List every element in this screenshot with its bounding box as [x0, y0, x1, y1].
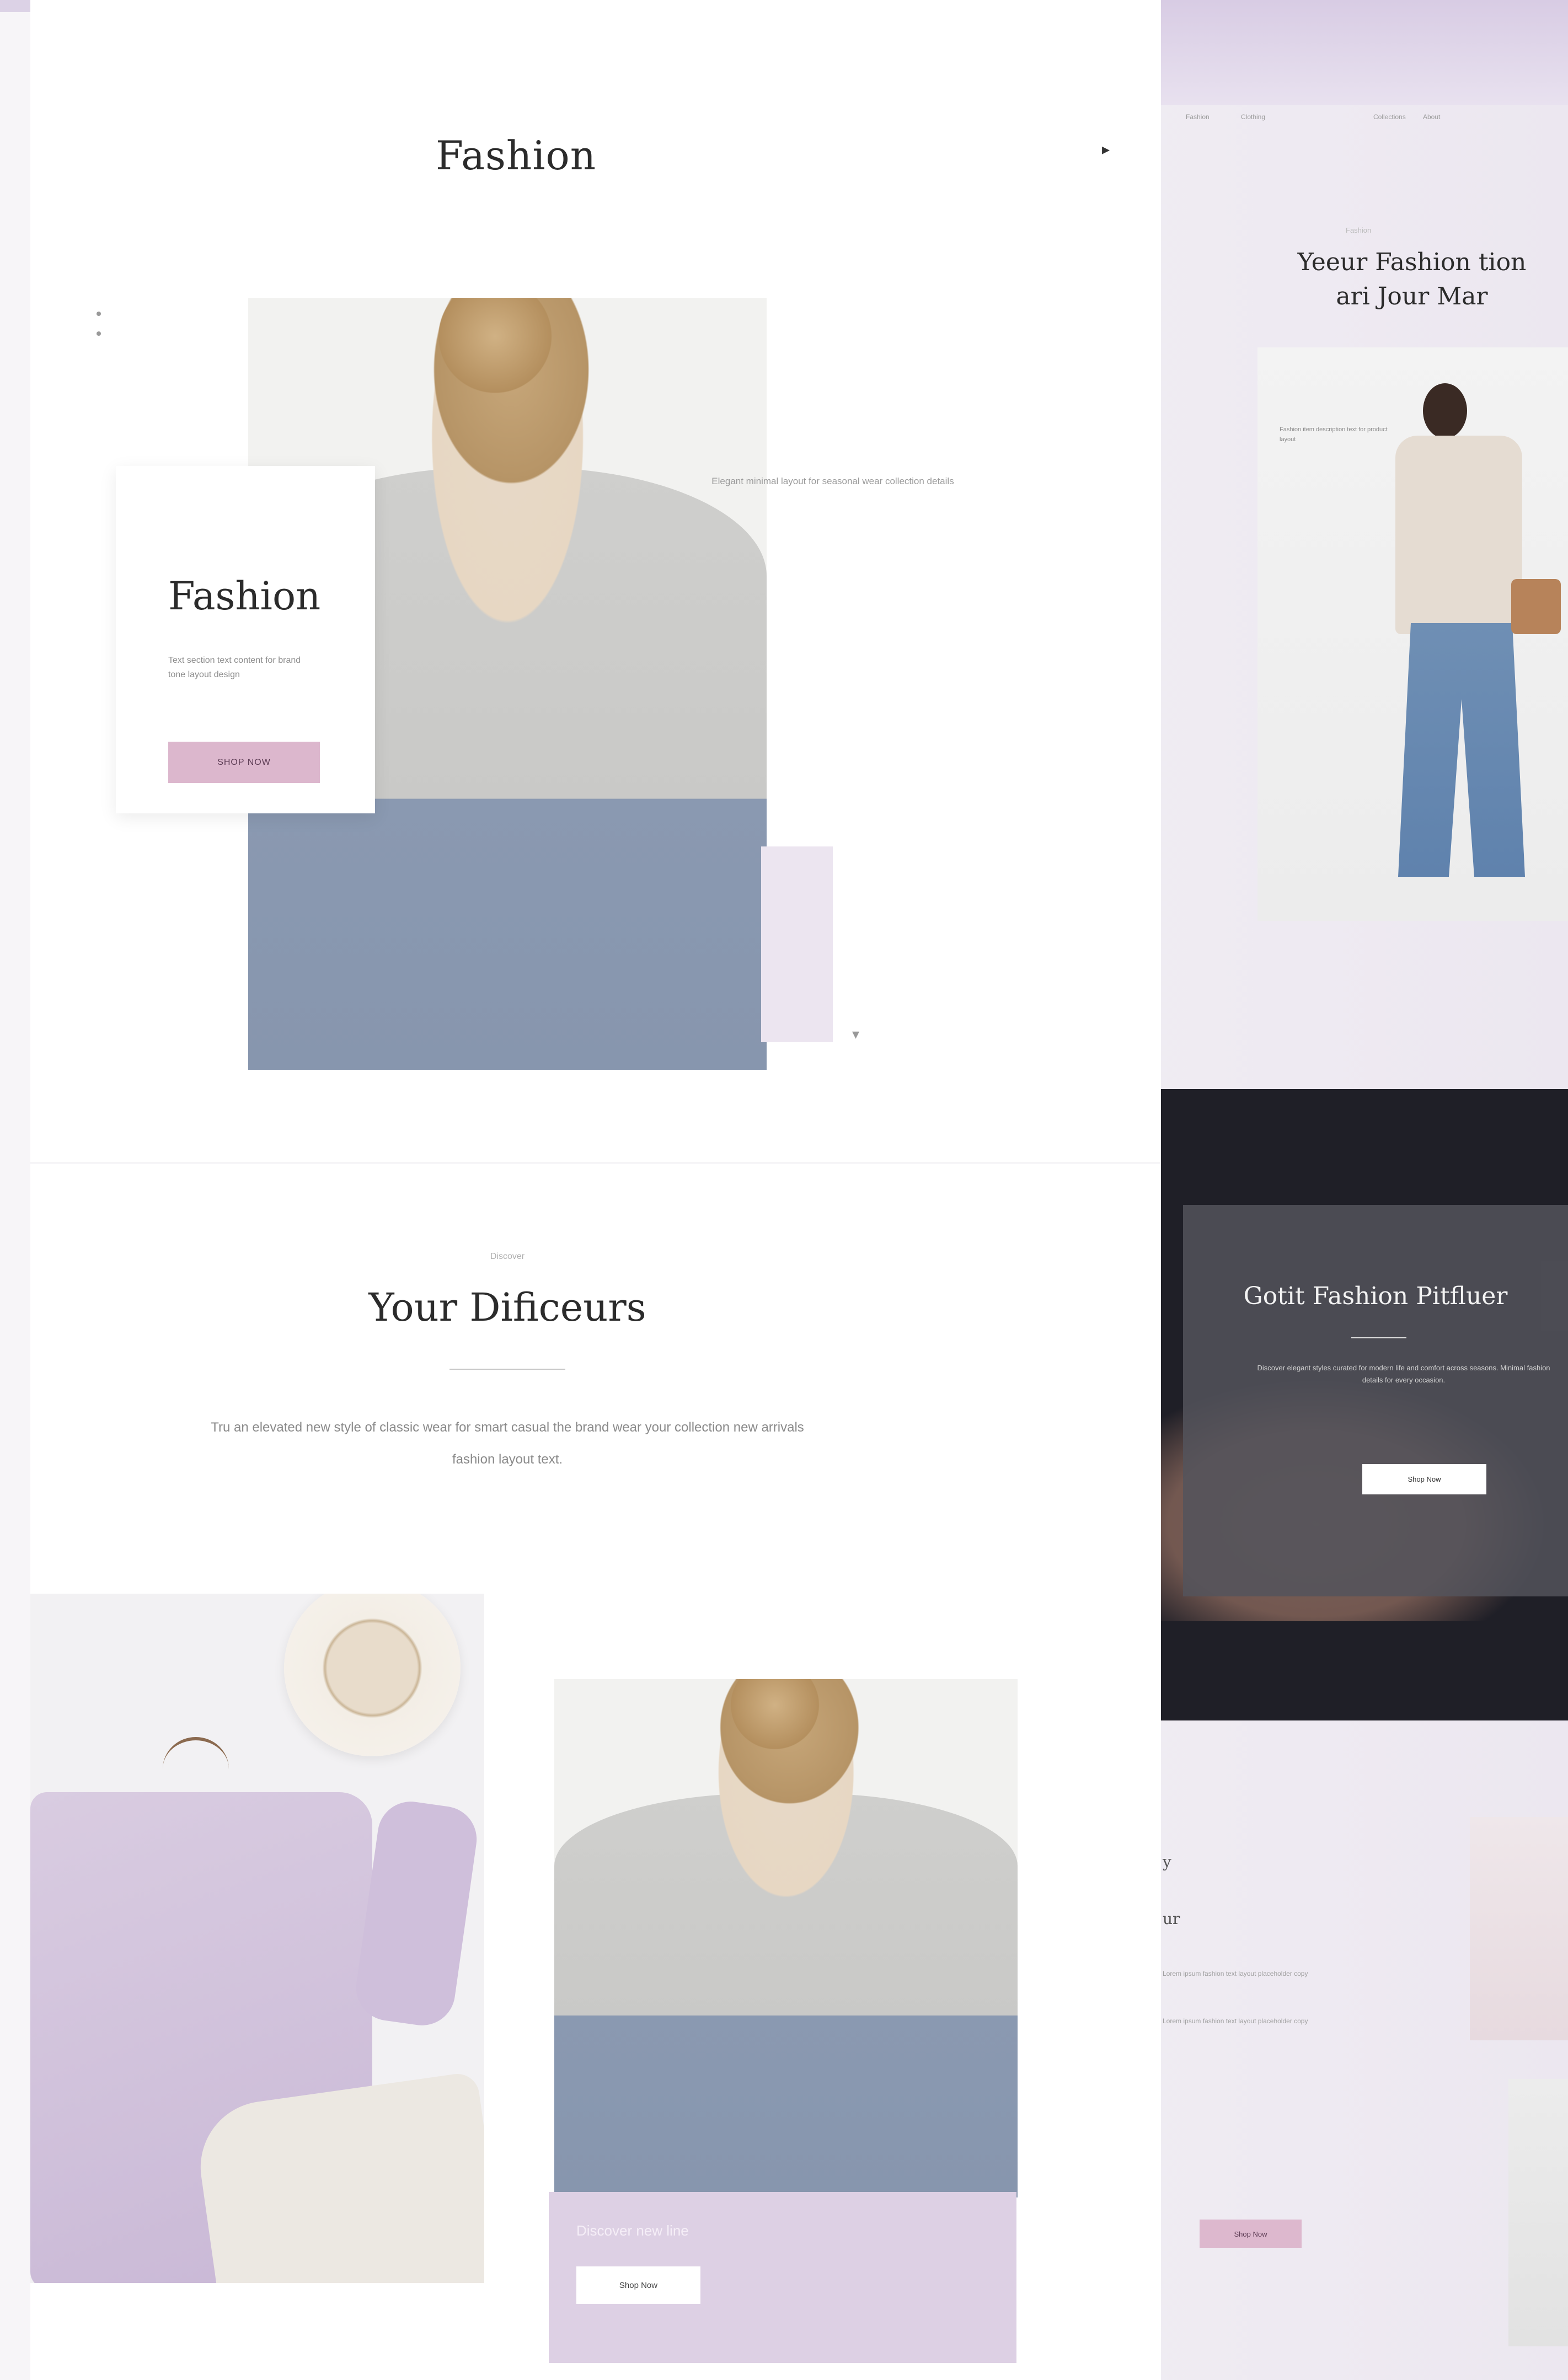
title-line: ari Jour Mar: [1336, 282, 1488, 310]
section-divider: [30, 1162, 1161, 1164]
model-info-text: Fashion item description text for produc…: [1280, 426, 1388, 443]
hero-card-title: Fashion: [168, 573, 321, 619]
section-description: Tru an elevated new style of classic wea…: [211, 1420, 804, 1467]
promo-card: Discover new line Shop Now: [549, 2192, 1016, 2363]
nav-link[interactable]: Clothing: [1241, 113, 1265, 121]
nav-link[interactable]: Fashion: [1186, 113, 1210, 121]
side-nav-item[interactable]: [97, 331, 123, 336]
dark-card-rule: [1351, 1337, 1406, 1338]
hero-side-text: Elegant minimal layout for seasonal wear…: [711, 476, 954, 486]
bullet-icon: [97, 312, 101, 316]
hero-card: Fashion Text section text content for br…: [116, 466, 375, 813]
dark-card-description: Discover elegant styles curated for mode…: [1257, 1364, 1550, 1384]
dark-card: Gotit Fashion Pitfluer Discover elegant …: [1183, 1205, 1568, 1596]
bullet-icon: [97, 331, 101, 336]
nav-link[interactable]: About: [1423, 113, 1440, 121]
chevron-down-icon[interactable]: ▾: [852, 1026, 859, 1043]
right-page-top-band: [1158, 0, 1568, 105]
promo-shop-button[interactable]: Shop Now: [576, 2266, 700, 2304]
title-underline: [449, 1369, 565, 1370]
menu-icon[interactable]: ▸: [1102, 142, 1114, 157]
section-title: Your Dificeurs: [368, 1285, 646, 1330]
thumbnail-image: [1508, 2079, 1568, 2346]
shop-now-button[interactable]: SHOP NOW: [168, 742, 320, 783]
flatlay-image: [30, 1594, 484, 2283]
side-nav: [97, 312, 123, 351]
right-kicker: Fashion: [1346, 226, 1372, 234]
promo-card-text: Discover new line: [576, 2222, 689, 2239]
bottom-shop-button[interactable]: Shop Now: [1200, 2220, 1302, 2248]
dark-card-title: Gotit Fashion Pitfluer: [1243, 1282, 1508, 1310]
model-image: Fashion item description text for produc…: [1257, 347, 1568, 921]
right-page-title: Yeeur Fashion tion ari Jour Mar: [1263, 245, 1561, 314]
dark-card-button[interactable]: Shop Now: [1362, 1464, 1486, 1494]
hero-card-description: Text section text content for brand tone…: [168, 656, 301, 679]
sweater-product-image: [554, 1679, 1018, 2197]
bottom-right-copy: y ur Lorem ipsum fashion text layout pla…: [1163, 1853, 1494, 2061]
brand-logo[interactable]: Fashion: [436, 132, 596, 179]
bottom-paragraph-1: Lorem ipsum fashion text layout placehol…: [1163, 1970, 1308, 1977]
decorative-block: [761, 846, 833, 1042]
title-line: Yeeur Fashion tion: [1297, 248, 1527, 276]
bottom-heading-1: y: [1163, 1853, 1171, 1871]
thumbnail-image: [1470, 1817, 1568, 2040]
bottom-heading-2: ur: [1163, 1910, 1180, 1928]
right-page-nav: Fashion Clothing Collections About: [1164, 113, 1568, 122]
section-kicker: Discover: [490, 1252, 525, 1261]
side-nav-item[interactable]: [97, 312, 123, 316]
bottom-paragraph-2: Lorem ipsum fashion text layout placehol…: [1163, 2017, 1308, 2025]
nav-link[interactable]: Collections: [1373, 113, 1406, 121]
